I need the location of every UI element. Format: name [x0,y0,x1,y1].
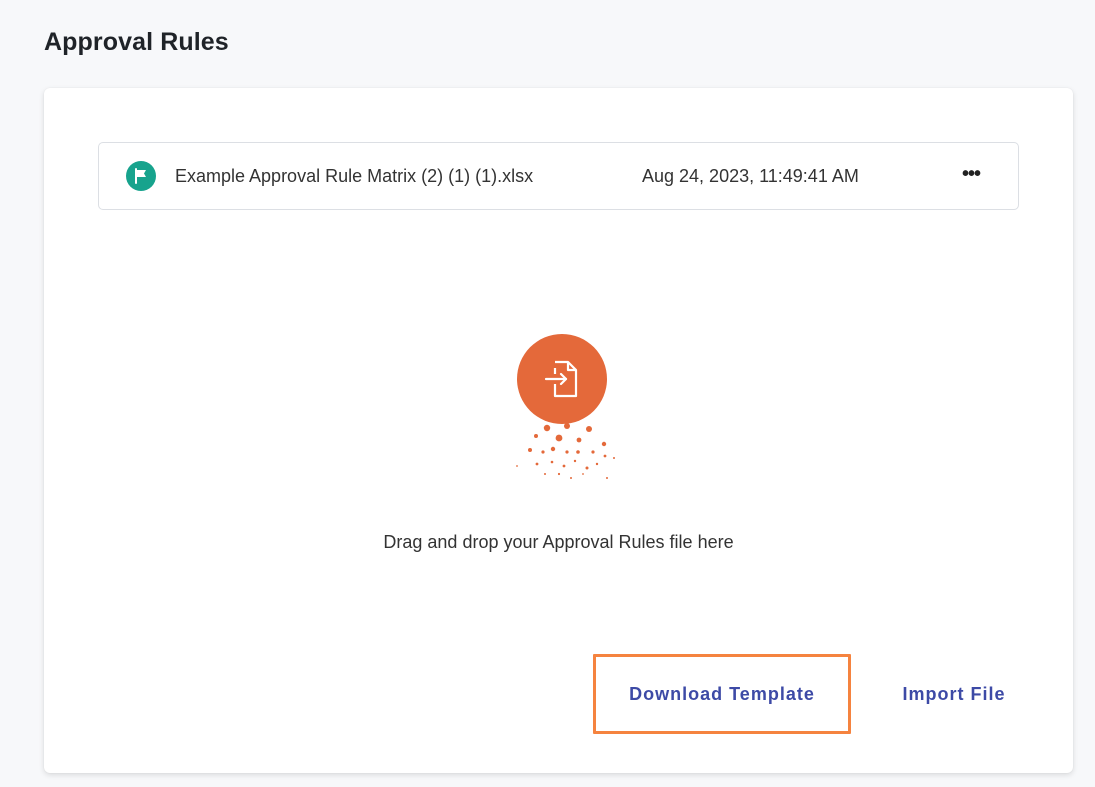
file-menu-label: ••• [961,162,981,185]
import-file-button[interactable]: Import File [879,672,1029,716]
particles-decoration [516,423,615,479]
more-horizontal-icon[interactable]: ••• [957,159,985,189]
approval-rules-card: Example Approval Rule Matrix (2) (1) (1)… [44,88,1073,773]
file-date: Aug 24, 2023, 11:49:41 AM [642,166,859,186]
flag-icon [126,161,156,191]
file-import-icon [517,334,607,424]
drop-zone[interactable]: Drag and drop your Approval Rules file h… [44,318,1073,578]
page-title: Approval Rules [44,28,229,56]
file-name: Example Approval Rule Matrix (2) (1) (1)… [175,166,534,186]
drop-zone-text: Drag and drop your Approval Rules file h… [383,532,734,552]
uploaded-file-row[interactable]: Example Approval Rule Matrix (2) (1) (1)… [98,142,1019,210]
download-template-button[interactable]: Download Template [593,654,851,734]
